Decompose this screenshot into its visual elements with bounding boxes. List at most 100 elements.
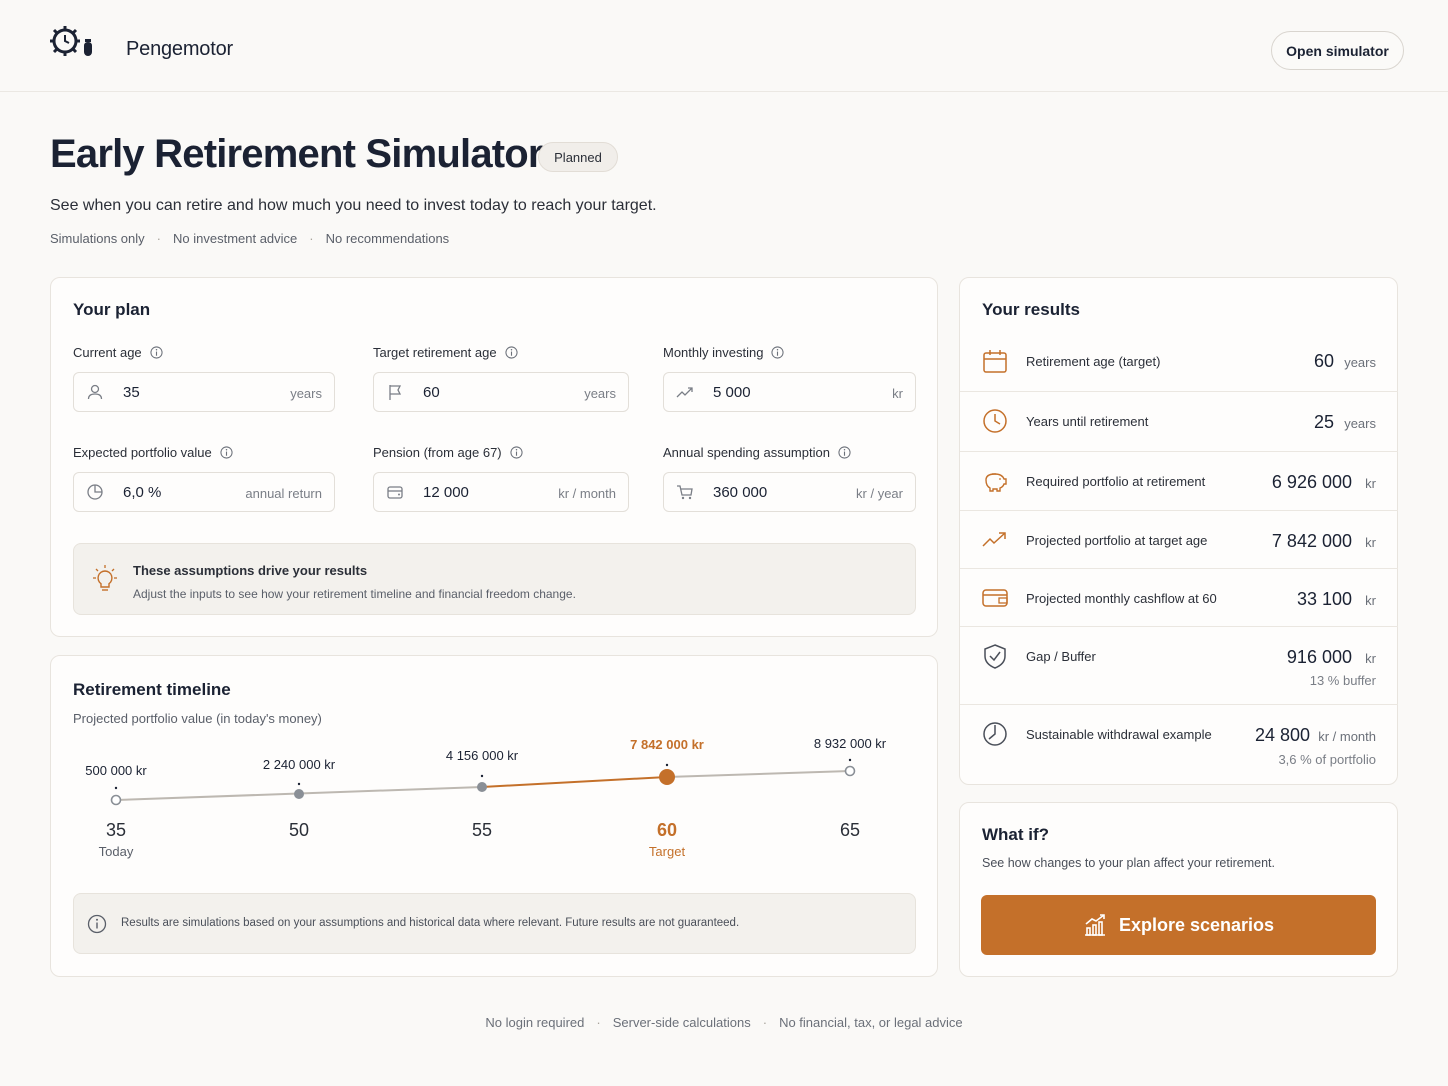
result-unit: years (1344, 355, 1376, 370)
person-icon (87, 384, 103, 400)
result-label: Retirement age (target) (1026, 354, 1161, 369)
open-simulator-button[interactable]: Open simulator (1271, 31, 1404, 70)
trend-up-icon (676, 387, 693, 398)
lightbulb-icon (93, 565, 117, 591)
result-projected-portfolio: Projected portfolio at target age 7 842 … (960, 510, 1398, 568)
wallet-icon (387, 486, 403, 499)
result-unit: kr (1365, 535, 1376, 550)
separator-dot: · (156, 231, 161, 246)
timeline-line-target (481, 776, 668, 788)
pension-input[interactable]: 12 000 kr / month (373, 472, 629, 512)
expected-return-input[interactable]: 6,0 % annual return (73, 472, 335, 512)
disclaimer-item: No recommendations (325, 231, 450, 246)
timeline-point-50 (294, 782, 304, 799)
result-label: Projected portfolio at target age (1026, 533, 1208, 548)
field-label-text: Monthly investing (663, 345, 764, 360)
result-value: 24 800 (1254, 725, 1310, 745)
explore-scenarios-button[interactable]: Explore scenarios (981, 895, 1376, 955)
expected-return-label: Expected portfolio value (73, 445, 233, 460)
top-bar: Pengemotor Open simulator (0, 0, 1448, 92)
result-gap-buffer: Gap / Buffer 916 000 kr 13 % buffer (960, 626, 1398, 704)
timeline-subtitle: Projected portfolio value (in today's mo… (73, 711, 322, 726)
brand-name[interactable]: Pengemotor (126, 38, 233, 61)
chart-growth-icon (1084, 914, 1105, 936)
whatif-text: See how changes to your plan affect your… (982, 856, 1275, 870)
input-value: 5 000 (713, 384, 751, 401)
timeline-value-65: 8 932 000 kr (813, 736, 887, 751)
timeline-title: Retirement timeline (73, 680, 231, 699)
timeline-value-55: 4 156 000 kr (445, 748, 519, 763)
plan-title: Your plan (73, 300, 151, 319)
timeline-age-60: 60 (656, 820, 678, 840)
input-value: 35 (123, 384, 140, 401)
info-icon[interactable] (504, 346, 518, 359)
piggy-bank-icon (985, 473, 1007, 492)
trend-up-icon (982, 532, 1006, 547)
result-unit: years (1344, 416, 1376, 431)
plan-card: Your plan Current age 35 years Target re… (50, 277, 938, 637)
input-unit: annual return (245, 486, 322, 501)
page-title: Early Retirement Simulator (50, 132, 544, 176)
field-label-text: Current age (73, 345, 142, 360)
pie-icon (87, 484, 103, 500)
result-unit: kr (1365, 476, 1376, 491)
calendar-icon (983, 350, 1007, 373)
result-value: 916 000 (1286, 647, 1352, 667)
monthly-investing-label: Monthly investing (663, 345, 785, 360)
result-subtext: 13 % buffer (1309, 673, 1376, 688)
result-years-until: Years until retirement 25 years (960, 391, 1398, 451)
timeline-point-55 (477, 774, 487, 792)
result-unit: kr (1365, 651, 1376, 666)
footer: No login required · Server-side calculat… (0, 1015, 1448, 1030)
info-icon[interactable] (150, 346, 163, 359)
note-text: Adjust the inputs to see how your retire… (133, 587, 576, 601)
timeline-caption-today: Today (98, 844, 134, 859)
explore-button-label: Explore scenarios (1118, 914, 1275, 935)
timeline-caption-target: Target (648, 844, 686, 859)
field-label-text: Annual spending assumption (663, 445, 830, 460)
input-unit: kr / year (856, 486, 903, 501)
info-icon[interactable] (510, 446, 523, 459)
result-value: 6 926 000 (1271, 472, 1352, 492)
disclaimer-text: Results are simulations based on your as… (121, 917, 740, 929)
info-icon[interactable] (838, 446, 851, 459)
clock-icon (983, 409, 1007, 433)
result-label: Required portfolio at retirement (1026, 474, 1206, 489)
annual-spending-input[interactable]: 360 000 kr / year (663, 472, 916, 512)
result-unit: kr / month (1318, 729, 1376, 744)
logo-gear-clock-icon (50, 26, 92, 56)
timeline-line-after (666, 770, 851, 778)
result-withdrawal: Sustainable withdrawal example 24 800 kr… (960, 704, 1398, 786)
status-badge: Planned (538, 142, 618, 172)
note-title: These assumptions drive your results (133, 563, 368, 578)
whatif-title: What if? (982, 825, 1050, 844)
field-label-text: Target retirement age (373, 345, 497, 360)
current-age-input[interactable]: 35 years (73, 372, 335, 412)
timeline-card: Retirement timeline Projected portfolio … (50, 655, 938, 977)
timeline-point-60 (659, 763, 675, 785)
timeline-age-35: 35 (105, 820, 127, 840)
result-monthly-cashflow: Projected monthly cashflow at 60 33 100 … (960, 568, 1398, 626)
info-icon[interactable] (771, 346, 785, 359)
separator-dot: · (309, 231, 314, 246)
input-value: 12 000 (423, 484, 469, 501)
footer-item: No financial, tax, or legal advice (779, 1015, 963, 1030)
shield-icon (984, 644, 1006, 669)
timeline-value-50: 2 240 000 kr (262, 757, 336, 772)
pension-label: Pension (from age 67) (373, 445, 523, 460)
clock-half-icon (983, 722, 1007, 746)
timeline-age-65: 65 (839, 820, 861, 840)
separator-dot: · (762, 1015, 768, 1030)
separator-dot: · (596, 1015, 601, 1030)
info-icon[interactable] (220, 446, 233, 459)
result-value: 60 (1313, 351, 1334, 371)
result-retirement-age: Retirement age (target) 60 years (960, 333, 1398, 391)
monthly-investing-input[interactable]: 5 000 kr (663, 372, 916, 412)
result-value: 25 (1313, 412, 1334, 432)
page-subtitle: See when you can retire and how much you… (50, 197, 657, 214)
results-title: Your results (982, 300, 1080, 319)
input-value: 360 000 (713, 484, 768, 501)
target-age-input[interactable]: 60 years (373, 372, 629, 412)
result-label: Sustainable withdrawal example (1026, 727, 1212, 742)
disclaimer-item: Simulations only (50, 231, 145, 246)
